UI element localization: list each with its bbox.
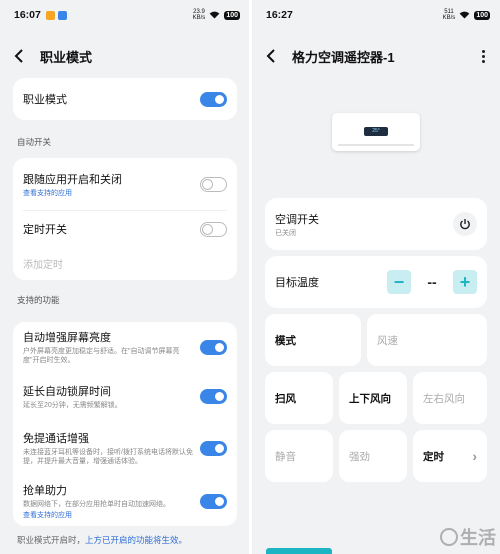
add-timer-button[interactable]: 添加定时	[23, 256, 63, 271]
order-boost-supported-link[interactable]: 查看支持的应用	[23, 510, 194, 520]
temp-increase-button[interactable]: +	[453, 270, 477, 294]
feature-description: 未连接蓝牙耳机等设备时，接听/拨打系统电话将默认免提，并提升最大音量，增强通话体…	[23, 449, 193, 465]
supported-features-card: 自动增强屏幕亮度 户外屏幕亮度更加稳定与舒适。在"自动调节屏幕亮度"开启时生效。…	[13, 322, 237, 526]
turbo-button[interactable]: 强劲	[339, 430, 407, 482]
power-button[interactable]	[453, 212, 477, 236]
target-temp-row: 目标温度 − -- +	[265, 256, 487, 308]
page-title: 格力空调遥控器-1	[292, 49, 395, 65]
footer-note-highlight: 上方已开启的功能将生效。	[85, 535, 188, 545]
power-label: 空调开关	[275, 213, 319, 226]
notification-icons	[45, 10, 67, 20]
silent-button[interactable]: 静音	[265, 430, 333, 482]
timer-label: 定时开关	[23, 224, 67, 236]
ac-display: 25°	[364, 127, 388, 136]
feature-toggle-lock[interactable]	[200, 388, 227, 404]
follow-app-row[interactable]: 跟随应用开启和关闭 查看支持的应用	[13, 158, 237, 210]
air-conditioner-image: 25°	[332, 113, 420, 151]
page-header: 格力空调遥控器-1	[252, 30, 500, 82]
back-arrow-icon[interactable]	[266, 48, 282, 64]
feature-label: 自动增强屏幕亮度	[23, 332, 111, 344]
notification-app-icon	[45, 10, 55, 20]
target-temp-card: 目标温度 − -- +	[265, 256, 487, 308]
feature-label: 抢单助力	[23, 485, 67, 497]
status-bar: 16:07 23.9 KB/s 100	[0, 0, 250, 30]
power-state: 已关闭	[275, 229, 296, 237]
pro-mode-label: 职业模式	[23, 94, 67, 106]
status-bar: 16:27 511 KB/s 100	[252, 0, 500, 30]
feature-row-brightness[interactable]: 自动增强屏幕亮度 户外屏幕亮度更加稳定与舒适。在"自动调节屏幕亮度"开启时生效。	[13, 322, 237, 372]
power-card: 空调开关 已关闭	[265, 198, 487, 250]
network-speed-unit: KB/s	[442, 15, 456, 21]
wifi-icon	[459, 11, 470, 19]
footer-note-prefix: 职业模式开启时，	[17, 535, 86, 545]
bottom-progress-bar	[266, 548, 332, 554]
status-right: 511 KB/s 100	[443, 9, 490, 21]
feature-description: 延长至20分钟，无需频繁解锁。	[23, 401, 122, 409]
target-temp-value: --	[427, 274, 437, 290]
timer-button-label: 定时	[423, 450, 444, 463]
target-temp-label: 目标温度	[275, 277, 319, 289]
page-header: 职业模式	[0, 30, 250, 82]
pro-mode-row: 职业模式	[13, 78, 237, 120]
follow-app-toggle[interactable]	[200, 176, 227, 192]
tile-row-1: 模式 风速	[265, 314, 487, 366]
left-screen: 16:07 23.9 KB/s 100 职业模式 职业模式 自动开关 跟随应用开启…	[0, 0, 250, 554]
ac-illustration: 25°	[252, 82, 500, 182]
right-screen: 16:27 511 KB/s 100 格力空调遥控器-1 25° 空调开关 已关闭	[252, 0, 500, 554]
fan-speed-button[interactable]: 风速	[367, 314, 487, 366]
wifi-icon	[209, 11, 220, 19]
watermark-text: 生活	[460, 528, 496, 548]
feature-toggle-brightness[interactable]	[200, 339, 227, 355]
swing-button[interactable]: 扫风	[265, 372, 333, 424]
add-timer-row[interactable]: 添加定时	[13, 247, 237, 279]
pro-mode-card: 职业模式	[13, 78, 237, 120]
follow-app-supported-link[interactable]: 查看支持的应用	[23, 188, 194, 198]
auto-switch-section-label: 自动开关	[17, 137, 52, 147]
status-right: 23.9 KB/s 100	[193, 9, 240, 21]
status-time: 16:27	[266, 9, 293, 21]
timer-row[interactable]: 定时开关	[13, 211, 237, 247]
network-speed: 511 KB/s	[443, 9, 456, 21]
horizontal-swing-button[interactable]: 左右风向	[413, 372, 487, 424]
feature-label: 免提通话增强	[23, 433, 89, 445]
back-arrow-icon[interactable]	[14, 48, 30, 64]
power-row: 空调开关 已关闭	[265, 198, 487, 250]
watermark-logo: 生活	[440, 524, 496, 550]
feature-description: 户外屏幕亮度更加稳定与舒适。在"自动调节屏幕亮度"开启时生效。	[23, 348, 180, 364]
mode-button[interactable]: 模式	[265, 314, 361, 366]
feature-description: 数据网络下，在部分应用抢单时自动加速网络。	[23, 501, 170, 508]
tile-row-2: 扫风 上下风向 左右风向	[265, 372, 487, 424]
ac-vent	[338, 144, 414, 146]
notification-app-icon	[57, 10, 67, 20]
status-time: 16:07	[14, 9, 41, 21]
footer-note: 职业模式开启时，上方已开启的功能将生效。	[0, 534, 250, 546]
network-speed: 23.9 KB/s	[193, 9, 206, 21]
power-icon	[460, 219, 470, 230]
page-title: 职业模式	[40, 49, 93, 65]
timer-button[interactable]: 定时 ›	[413, 430, 487, 482]
battery-icon: 100	[224, 10, 240, 20]
feature-row-lock[interactable]: 延长自动锁屏时间 延长至20分钟，无需频繁解锁。	[13, 372, 237, 420]
follow-app-label: 跟随应用开启和关闭	[23, 173, 122, 186]
watermark-circle-icon	[440, 528, 458, 546]
temp-decrease-button[interactable]: −	[387, 270, 411, 294]
pro-mode-toggle[interactable]	[200, 91, 227, 107]
vertical-swing-button[interactable]: 上下风向	[339, 372, 407, 424]
network-speed-unit: KB/s	[192, 15, 206, 21]
battery-icon: 100	[474, 10, 490, 20]
timer-toggle[interactable]	[200, 221, 227, 237]
chevron-right-icon: ›	[472, 448, 477, 464]
feature-label: 延长自动锁屏时间	[23, 385, 111, 398]
more-options-icon[interactable]	[476, 49, 490, 63]
supported-section-label: 支持的功能	[17, 295, 60, 305]
auto-switch-card: 跟随应用开启和关闭 查看支持的应用 定时开关 添加定时	[13, 158, 237, 280]
feature-toggle-order-boost[interactable]	[200, 493, 227, 509]
feature-row-handsfree[interactable]: 免提通话增强 未连接蓝牙耳机等设备时，接听/拨打系统电话将默认免提，并提升最大音…	[13, 420, 237, 476]
feature-row-order-boost[interactable]: 抢单助力 数据网络下，在部分应用抢单时自动加速网络。 查看支持的应用	[13, 476, 237, 526]
tile-row-3: 静音 强劲 定时 ›	[265, 430, 487, 482]
feature-toggle-handsfree[interactable]	[200, 440, 227, 456]
